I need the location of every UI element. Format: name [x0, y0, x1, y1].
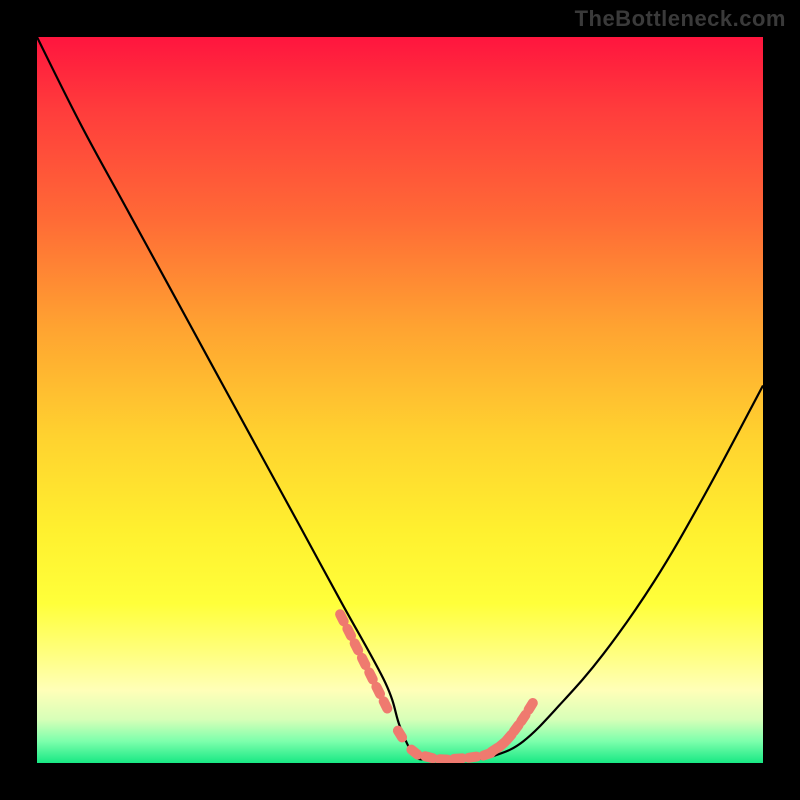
- chart-frame: TheBottleneck.com: [0, 0, 800, 800]
- curve-svg: [37, 37, 763, 763]
- watermark-text: TheBottleneck.com: [575, 6, 786, 32]
- highlight-markers: [333, 608, 539, 763]
- plot-area: [37, 37, 763, 763]
- bottleneck-curve: [37, 37, 763, 761]
